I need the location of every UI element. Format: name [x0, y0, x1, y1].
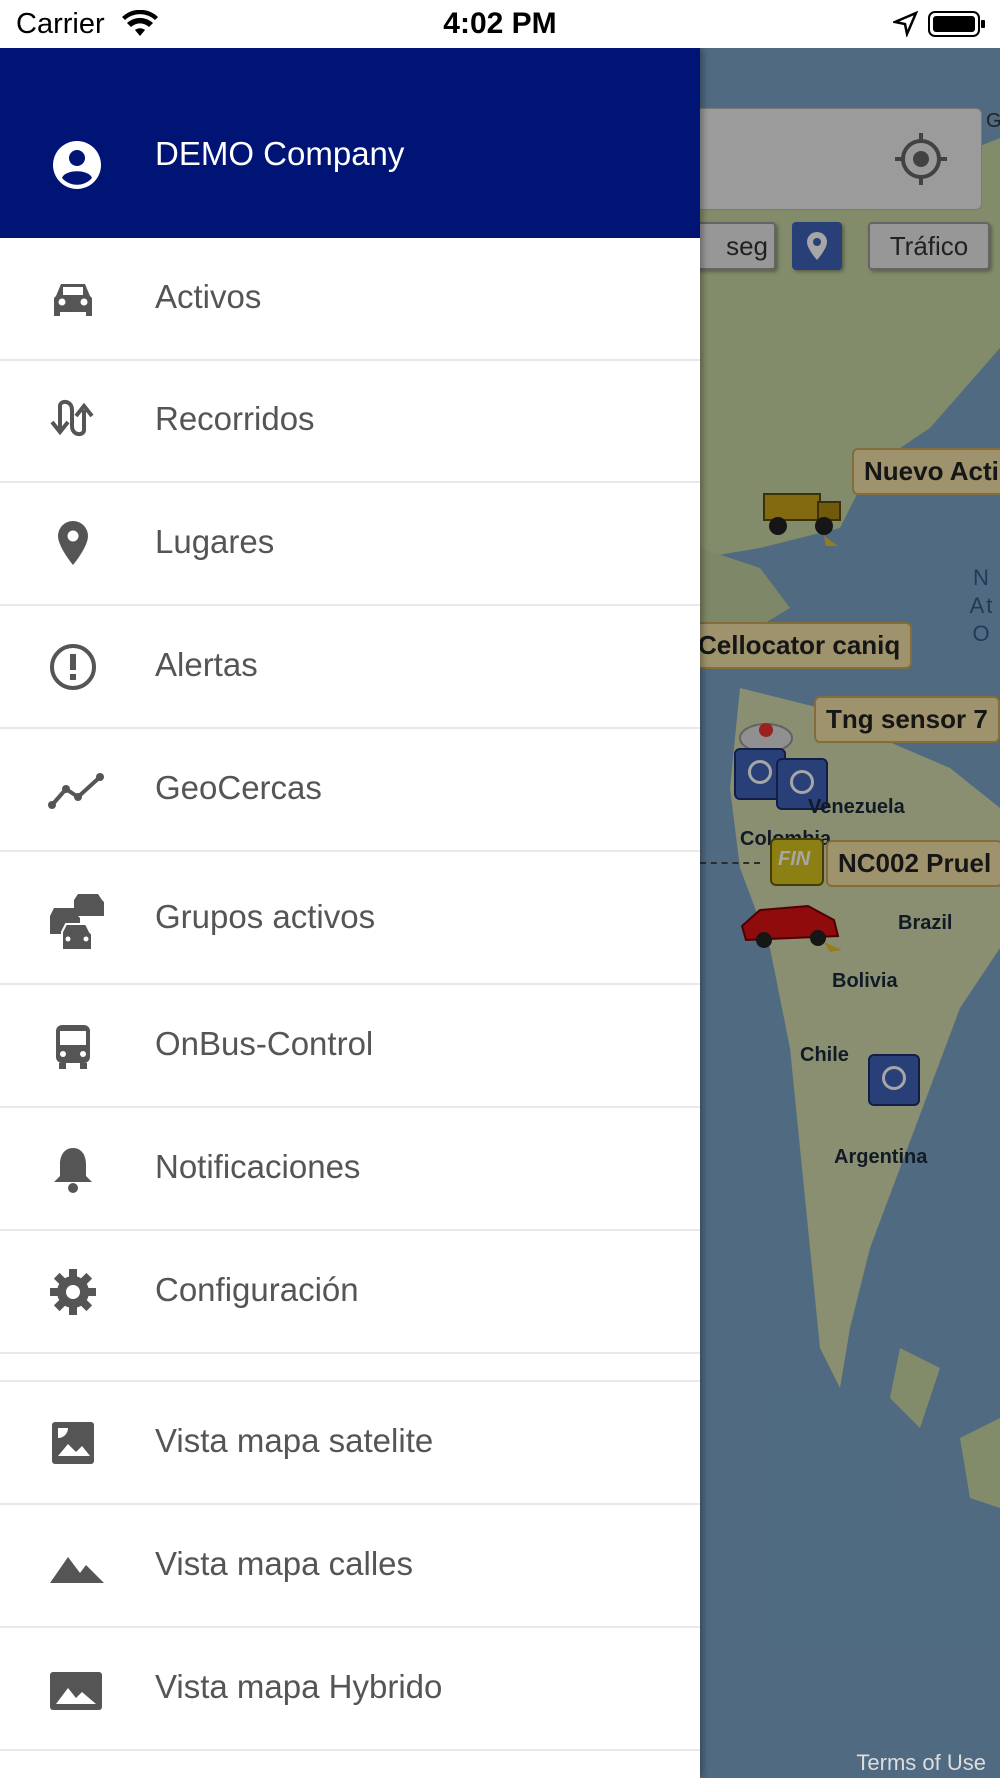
menu-item-street-view[interactable]: Vista mapa calles — [0, 1505, 700, 1628]
menu-item-alertas[interactable]: Alertas — [0, 606, 700, 729]
menu-item-configuracion[interactable]: Configuración — [0, 1231, 700, 1354]
menu-item-label: Vista mapa Hybrido — [155, 1668, 443, 1705]
landscape-image-icon — [48, 1664, 108, 1716]
menu-divider — [0, 1354, 700, 1382]
menu-item-label: Lugares — [155, 523, 275, 560]
place-pin-icon — [48, 519, 108, 571]
menu-item-label: Grupos activos — [155, 898, 376, 935]
menu-item-lugares[interactable]: Lugares — [0, 483, 700, 606]
trending-line-icon — [48, 765, 108, 817]
bell-icon — [48, 1144, 108, 1196]
menu-item-label: Activos — [155, 278, 262, 315]
terrain-icon — [48, 1541, 108, 1593]
menu-item-label: GeoCercas — [155, 769, 322, 806]
menu-item-notificaciones[interactable]: Notificaciones — [0, 1108, 700, 1231]
menu-item-satellite-view[interactable]: Vista mapa satelite — [0, 1382, 700, 1505]
multiple-cars-icon — [48, 894, 108, 951]
menu-item-grupos-activos[interactable]: Grupos activos — [0, 852, 700, 985]
battery-icon — [928, 10, 986, 43]
menu-item-onbus-control[interactable]: OnBus-Control — [0, 985, 700, 1108]
menu-item-label: Alertas — [155, 646, 258, 683]
menu-item-recorridos[interactable]: Recorridos — [0, 360, 700, 483]
terms-of-use-link[interactable]: Terms of Use — [856, 1750, 986, 1776]
status-bar: Carrier 4:02 PM — [0, 0, 1000, 48]
menu-item-geocercas[interactable]: GeoCercas — [0, 729, 700, 852]
menu-item-activos[interactable]: Activos — [0, 238, 700, 361]
menu-item-label: Vista mapa calles — [155, 1545, 414, 1582]
navigation-drawer: DEMO Company Activos Recorridos Lugares … — [0, 48, 700, 1778]
car-icon — [48, 274, 108, 326]
alert-circle-icon — [48, 642, 108, 694]
swap-vertical-icon — [48, 396, 108, 448]
drawer-header: DEMO Company — [0, 48, 700, 238]
gear-icon — [48, 1267, 108, 1319]
map-view[interactable]: G seg Tráfico Nuevo Acti N At O Cellocator… — [700, 48, 1000, 1778]
bus-icon — [48, 1021, 108, 1073]
menu-item-label: Recorridos — [155, 400, 315, 437]
drawer-scrim[interactable] — [700, 48, 1000, 1778]
menu-item-label: OnBus-Control — [155, 1025, 374, 1062]
menu-item-label: Configuración — [155, 1271, 359, 1308]
satellite-image-icon — [48, 1418, 108, 1470]
menu-item-label: Notificaciones — [155, 1148, 361, 1185]
account-circle-icon — [53, 141, 101, 194]
menu-item-label: Vista mapa satelite — [155, 1422, 434, 1459]
clock: 4:02 PM — [443, 7, 557, 40]
location-arrow-icon — [890, 10, 919, 42]
company-name: DEMO Company — [155, 135, 405, 172]
menu-item-hybrid-view[interactable]: Vista mapa Hybrido — [0, 1628, 700, 1751]
